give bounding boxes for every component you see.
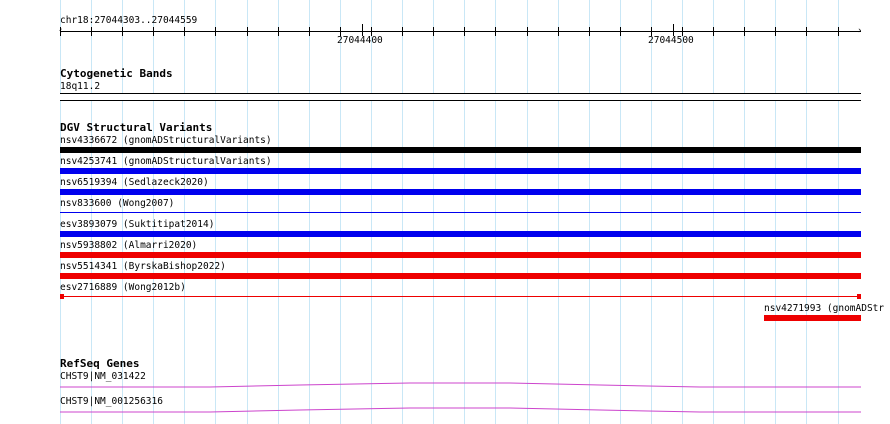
dgv-feature[interactable] (60, 212, 861, 213)
cytoband-label: 18q11.2 (60, 81, 101, 92)
dgv-feature[interactable] (60, 189, 861, 195)
dgv-label: nsv4253741 (gnomADStructuralVariants) (60, 156, 272, 167)
refseq-feature[interactable] (60, 404, 862, 414)
dgv-label: esv2716889 (Wong2012b) (60, 282, 186, 293)
ruler-tick (433, 27, 434, 36)
locus-label: chr18:27044303..27044559 (60, 15, 198, 26)
ruler-label-27044400: 27044400 (337, 35, 383, 46)
ruler-tick (713, 27, 714, 36)
cytoband-feature[interactable] (60, 93, 861, 101)
dgv-label: nsv4271993 (gnomADStr (764, 303, 885, 314)
dgv-feature[interactable] (60, 231, 861, 237)
ruler-tick (278, 27, 279, 36)
ruler-tick (464, 27, 465, 36)
ruler-tick (589, 27, 590, 36)
ruler-tick (744, 27, 745, 36)
dgv-label: nsv6519394 (Sedlazeck2020) (60, 177, 209, 188)
ruler-tick (215, 27, 216, 36)
ruler-tick (402, 27, 403, 36)
ruler-tick (806, 27, 807, 36)
ruler-tick (184, 27, 185, 36)
ruler-tick (838, 27, 839, 36)
ruler-tick (309, 27, 310, 36)
ruler-right-arrow: › (857, 26, 863, 36)
dgv-feature[interactable] (764, 315, 861, 321)
ruler-tick (247, 27, 248, 36)
refseq-feature[interactable] (60, 380, 862, 390)
ruler-tick (558, 27, 559, 36)
dgv-feature-start-cap (60, 294, 64, 299)
dgv-label: nsv4336672 (gnomADStructuralVariants) (60, 135, 272, 146)
dgv-feature[interactable] (60, 252, 861, 258)
ruler-label-27044500: 27044500 (648, 35, 694, 46)
dgv-label: nsv5938802 (Almarri2020) (60, 240, 198, 251)
genome-browser-viewer[interactable]: chr18:27044303..27044559 ‹ › 27044400 27… (0, 0, 890, 424)
track-title-cytogenetic-bands: Cytogenetic Bands (60, 67, 173, 80)
dgv-feature[interactable] (60, 296, 861, 297)
ruler-tick (775, 27, 776, 36)
dgv-feature[interactable] (60, 168, 861, 174)
dgv-feature-end-cap (857, 294, 861, 299)
track-title-refseq: RefSeq Genes (60, 357, 140, 370)
track-title-dgv: DGV Structural Variants (60, 121, 213, 134)
ruler-tick (91, 27, 92, 36)
dgv-label: nsv5514341 (ByrskaBishop2022) (60, 261, 226, 272)
ruler-tick (122, 27, 123, 36)
dgv-feature[interactable] (60, 273, 861, 279)
dgv-label: esv3893079 (Suktitipat2014) (60, 219, 215, 230)
ruler-tick (527, 27, 528, 36)
ruler-axis (60, 31, 861, 32)
ruler-tick (495, 27, 496, 36)
dgv-label: nsv833600 (Wong2007) (60, 198, 175, 209)
ruler-tick (153, 27, 154, 36)
ruler-tick (620, 27, 621, 36)
ruler-tick (60, 27, 61, 36)
dgv-feature[interactable] (60, 147, 861, 153)
